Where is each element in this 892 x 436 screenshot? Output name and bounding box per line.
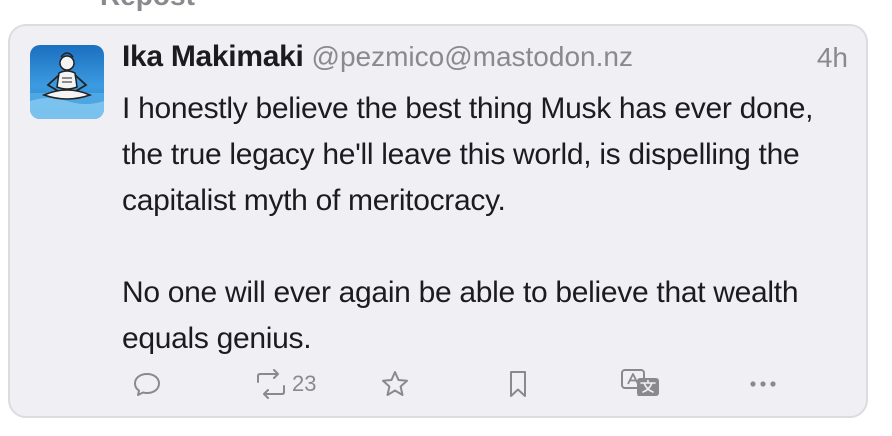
author-display-name[interactable]: Ika Makimaki bbox=[122, 40, 304, 73]
speech-bubble-icon bbox=[134, 373, 160, 396]
post-content: I honestly believe the best thing Musk h… bbox=[122, 86, 842, 362]
translate-button[interactable] bbox=[620, 364, 662, 404]
star-icon bbox=[382, 371, 408, 396]
reply-button[interactable] bbox=[132, 364, 162, 404]
repost-label: Repost bbox=[100, 0, 195, 12]
bookmark-button[interactable] bbox=[506, 364, 530, 404]
post-header: Ika Makimaki @pezmico@mastodon.nz 4h bbox=[122, 40, 850, 80]
ellipsis-icon bbox=[750, 381, 776, 387]
author-handle[interactable]: @pezmico@mastodon.nz bbox=[312, 41, 633, 72]
repost-arrows-icon bbox=[257, 369, 285, 399]
timeline-page: Repost Ika Makimaki @pezmico@mastodon.nz … bbox=[0, 0, 892, 436]
more-button[interactable] bbox=[748, 364, 778, 404]
translate-icon bbox=[621, 369, 659, 396]
post-paragraph: No one will ever again be able to believ… bbox=[122, 276, 799, 355]
meditating-figure-icon bbox=[30, 52, 104, 119]
post-actions: 23 bbox=[122, 364, 842, 404]
favourite-button[interactable] bbox=[380, 364, 410, 404]
bookmark-icon bbox=[510, 371, 526, 397]
post-card[interactable]: Ika Makimaki @pezmico@mastodon.nz 4h I ho… bbox=[8, 24, 868, 418]
boost-count: 23 bbox=[292, 371, 317, 396]
avatar[interactable] bbox=[30, 45, 104, 119]
post-paragraph: I honestly believe the best thing Musk h… bbox=[122, 92, 814, 217]
post-timestamp[interactable]: 4h bbox=[817, 42, 848, 74]
boost-button[interactable]: 23 bbox=[254, 364, 316, 404]
